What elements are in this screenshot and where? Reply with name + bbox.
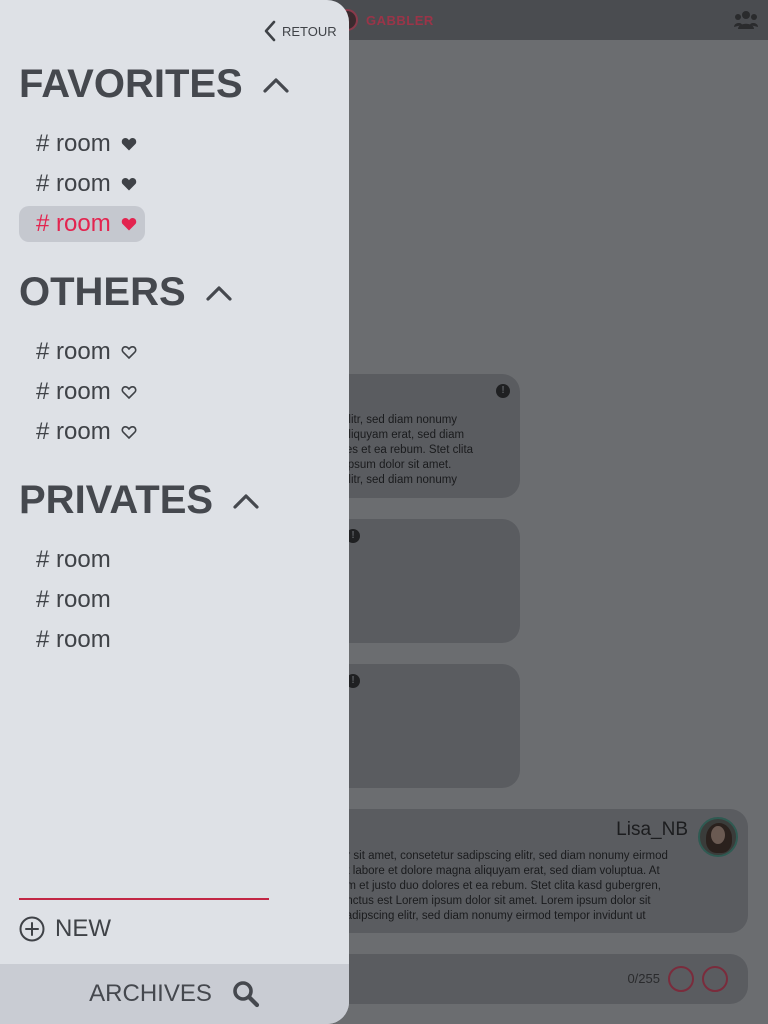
room-item[interactable]: # room bbox=[19, 414, 145, 450]
room-label: # room bbox=[36, 170, 111, 197]
heart-filled-icon[interactable] bbox=[121, 216, 137, 232]
room-label: # room bbox=[36, 626, 111, 653]
room-item[interactable]: # room bbox=[19, 582, 119, 618]
back-button[interactable]: RETOUR bbox=[262, 18, 337, 44]
archives-label: ARCHIVES bbox=[89, 980, 212, 1007]
divider bbox=[19, 898, 269, 900]
room-item[interactable]: # room bbox=[19, 334, 145, 370]
message-text: elitr, sed diam nonumy aliquyam erat, se… bbox=[342, 414, 474, 486]
section-title: PRIVATES bbox=[19, 478, 214, 522]
chevron-left-icon bbox=[264, 20, 276, 42]
heart-filled-icon[interactable] bbox=[121, 136, 137, 152]
chevron-up-icon bbox=[233, 493, 259, 509]
message-bubble: ! elitr, sed diam nonumy aliquyam erat, … bbox=[330, 374, 520, 498]
room-label: # room bbox=[36, 378, 111, 405]
new-room-button[interactable]: NEW bbox=[19, 914, 111, 944]
brand[interactable]: GABBLER bbox=[336, 8, 434, 32]
room-label: # room bbox=[36, 418, 111, 445]
room-item[interactable]: # room bbox=[19, 166, 145, 202]
room-item[interactable]: # room bbox=[19, 622, 119, 658]
message-author: Lisa_NB bbox=[616, 819, 688, 840]
room-item-active[interactable]: # room bbox=[19, 206, 145, 242]
heart-outline-icon[interactable] bbox=[121, 424, 137, 440]
chevron-up-icon bbox=[206, 285, 232, 301]
emoji-button[interactable] bbox=[668, 966, 694, 992]
room-label: # room bbox=[36, 586, 111, 613]
heart-outline-icon[interactable] bbox=[121, 344, 137, 360]
section-header-privates[interactable]: PRIVATES bbox=[19, 478, 259, 523]
room-drawer: RETOUR FAVORITES # room # room # room OT… bbox=[0, 0, 349, 1024]
send-button[interactable] bbox=[702, 966, 728, 992]
section-title: FAVORITES bbox=[19, 62, 243, 106]
room-label: # room bbox=[36, 546, 111, 573]
brand-name: GABBLER bbox=[366, 12, 434, 28]
avatar[interactable] bbox=[698, 817, 738, 857]
back-label: RETOUR bbox=[282, 23, 337, 39]
plus-circle-icon bbox=[19, 916, 45, 942]
message-bubble: ! bbox=[330, 519, 520, 643]
alert-icon[interactable]: ! bbox=[496, 384, 510, 398]
message-text: or sit amet, consetetur sadipscing elitr… bbox=[340, 850, 668, 922]
chevron-up-icon bbox=[263, 77, 289, 93]
message-bubble: ! bbox=[330, 664, 520, 788]
new-label: NEW bbox=[55, 915, 111, 942]
heart-filled-icon[interactable] bbox=[121, 176, 137, 192]
room-label: # room bbox=[36, 130, 111, 157]
archives-button[interactable]: ARCHIVES bbox=[0, 964, 349, 1024]
room-item[interactable]: # room bbox=[19, 542, 119, 578]
section-header-favorites[interactable]: FAVORITES bbox=[19, 62, 289, 107]
section-header-others[interactable]: OTHERS bbox=[19, 270, 232, 315]
room-item[interactable]: # room bbox=[19, 126, 145, 162]
users-icon[interactable] bbox=[734, 10, 758, 30]
message-composer[interactable]: 0/255 bbox=[330, 954, 748, 1004]
section-title: OTHERS bbox=[19, 270, 186, 314]
room-label: # room bbox=[36, 338, 111, 365]
room-item[interactable]: # room bbox=[19, 374, 145, 410]
char-counter: 0/255 bbox=[627, 971, 660, 986]
search-icon bbox=[233, 981, 259, 1008]
room-label: # room bbox=[36, 210, 111, 237]
heart-outline-icon[interactable] bbox=[121, 384, 137, 400]
message-bubble: Lisa_NB or sit amet, consetetur sadipsci… bbox=[330, 809, 748, 933]
